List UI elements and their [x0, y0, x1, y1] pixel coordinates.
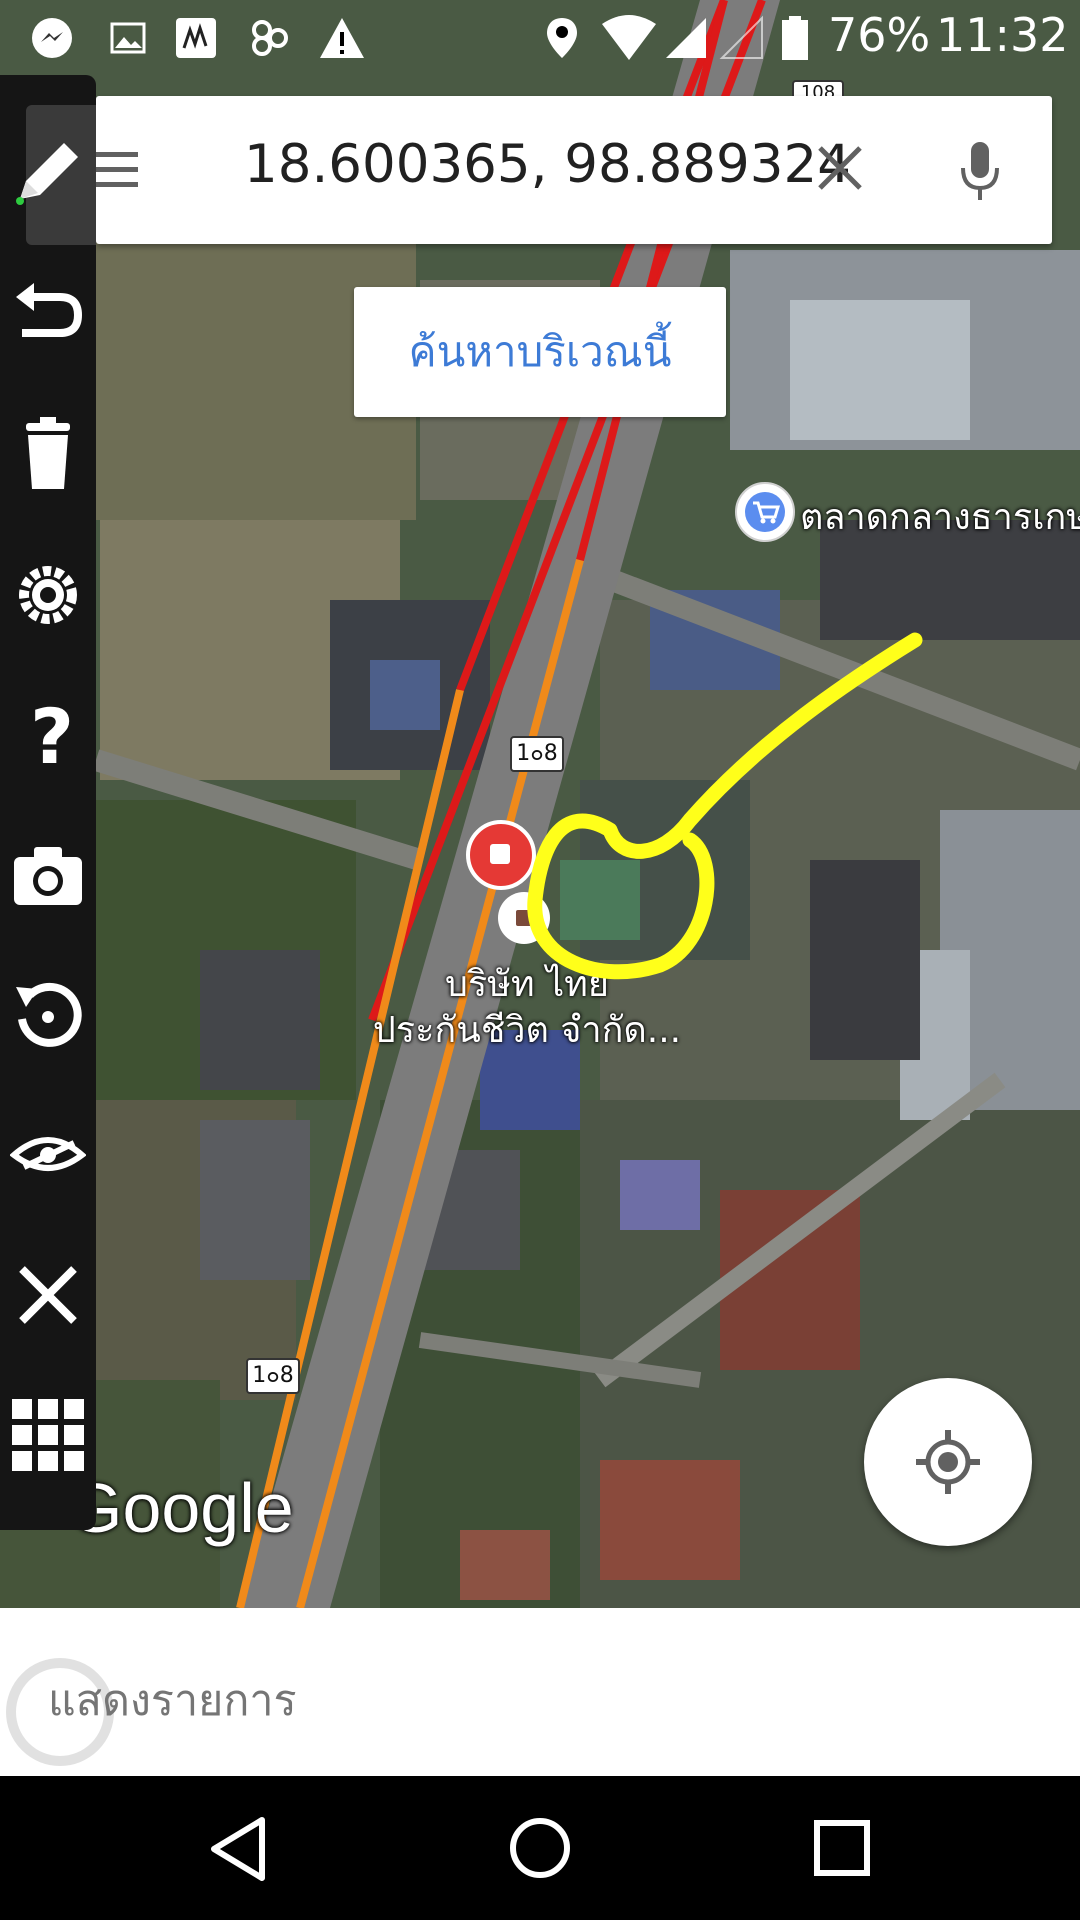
settings-button[interactable]: [0, 535, 96, 645]
gallery-icon: [110, 22, 146, 54]
pencil-icon: [16, 143, 78, 205]
google-attribution: Google: [68, 1469, 294, 1547]
messenger-icon: [32, 18, 72, 58]
undo-button[interactable]: [0, 255, 96, 365]
camera-button[interactable]: [0, 815, 96, 925]
my-location-button[interactable]: [864, 1378, 1032, 1546]
battery-percent: 76%: [828, 8, 931, 62]
search-input[interactable]: 18.600365, 98.889324: [244, 134, 851, 195]
grid-icon: [12, 1399, 84, 1471]
delete-button[interactable]: [0, 395, 96, 505]
grid-button[interactable]: [0, 1375, 96, 1485]
rotate-button[interactable]: [0, 955, 96, 1065]
search-this-area-button[interactable]: ค้นหาบริเวณนี้: [354, 287, 726, 417]
trash-icon: [26, 417, 70, 489]
close-icon: [19, 1266, 77, 1324]
close-tool-button[interactable]: [0, 1235, 96, 1345]
close-icon[interactable]: [814, 142, 866, 194]
help-button[interactable]: ?: [0, 675, 96, 785]
show-list-label[interactable]: แสดงรายการ: [48, 1666, 297, 1734]
settings-icon: [19, 566, 77, 624]
pencil-button[interactable]: [16, 105, 96, 245]
clock: 11:32: [936, 8, 1069, 62]
camera-icon: [14, 847, 82, 905]
hide-button[interactable]: [0, 1095, 96, 1205]
hide-icon: [10, 1137, 86, 1171]
navigation-bar: [0, 1776, 1080, 1920]
drawing-app-icon: [176, 18, 216, 58]
show-list-panel[interactable]: แสดงรายการ: [0, 1608, 1080, 1776]
help-icon: ?: [30, 697, 74, 773]
location-icon: [547, 18, 577, 58]
rotate-icon: [16, 982, 82, 1047]
undo-icon: [16, 283, 83, 337]
recents-icon[interactable]: [812, 1818, 872, 1878]
search-bar[interactable]: 18.600365, 98.889324: [82, 96, 1052, 244]
signal-empty-icon: [719, 15, 763, 59]
app-icon: [252, 20, 288, 56]
back-icon[interactable]: [208, 1816, 268, 1882]
battery-icon: [782, 16, 808, 60]
warning-icon: [320, 18, 364, 58]
status-bar: 76% 11:32: [0, 0, 1080, 78]
signal-icon: [666, 18, 706, 58]
svg-text:?: ?: [30, 697, 74, 773]
my-location-icon: [916, 1430, 980, 1494]
home-icon[interactable]: [508, 1816, 572, 1880]
wifi-icon: [602, 15, 656, 60]
microphone-icon[interactable]: [958, 140, 1002, 202]
drawing-toolbar: ?: [0, 75, 96, 1530]
